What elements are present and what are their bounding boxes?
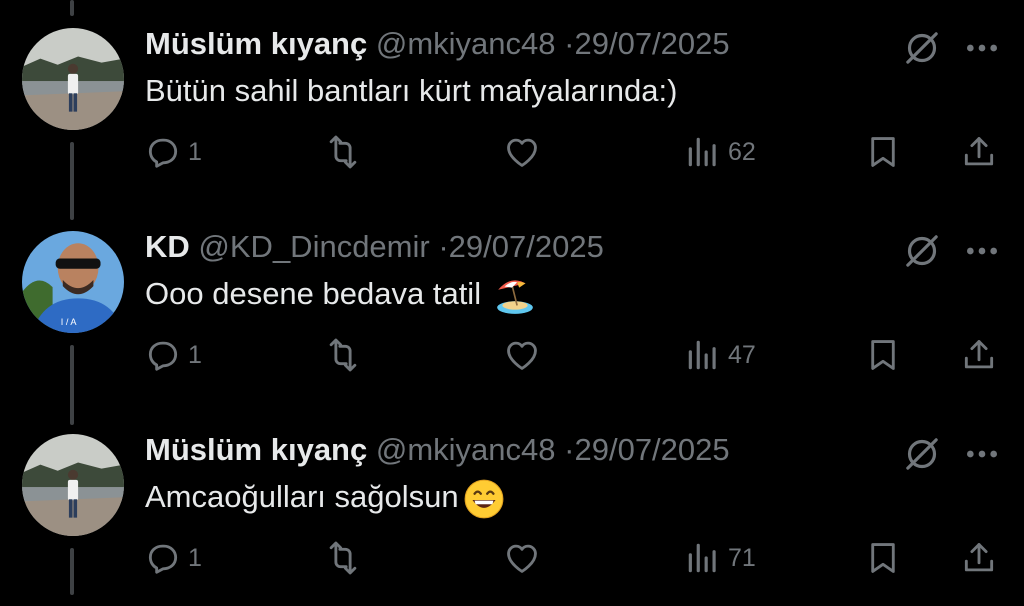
like-button[interactable] [503, 128, 541, 176]
grok-icon[interactable] [902, 28, 942, 68]
share-icon [960, 539, 998, 577]
reply-button[interactable]: 1 [144, 534, 202, 582]
tweet-header: Müslüm kıyanç @mkiyanc48 ·29/07/2025 [145, 430, 730, 470]
avatar[interactable] [22, 434, 124, 536]
display-name[interactable]: Müslüm kıyanç [145, 432, 367, 467]
views-icon [684, 539, 722, 577]
views-button[interactable]: 71 [684, 534, 756, 582]
separator: · [438, 229, 449, 264]
display-name[interactable]: KD [145, 229, 190, 264]
bookmark-button[interactable] [864, 331, 902, 379]
bookmark-icon [864, 336, 902, 374]
retweet-button[interactable] [324, 128, 362, 176]
more-icon[interactable] [962, 231, 1002, 271]
share-icon [960, 336, 998, 374]
more-icon[interactable] [962, 434, 1002, 474]
views-count: 62 [728, 137, 756, 166]
bookmark-icon [864, 539, 902, 577]
grinning-face-emoji [463, 478, 505, 520]
views-icon [684, 133, 722, 171]
reply-icon [144, 336, 182, 374]
timestamp[interactable]: 29/07/2025 [574, 432, 729, 467]
tweet-header: KD @KD_Dincdemir ·29/07/2025 [145, 227, 604, 267]
like-icon [503, 539, 541, 577]
bookmark-icon [864, 133, 902, 171]
beach-umbrella-emoji [494, 275, 536, 317]
timestamp[interactable]: 29/07/2025 [449, 229, 604, 264]
views-count: 47 [728, 340, 756, 369]
bookmark-button[interactable] [864, 534, 902, 582]
reply-count: 1 [188, 543, 202, 572]
handle[interactable]: @KD_Dincdemir [198, 229, 429, 264]
action-bar: 1 62 [0, 128, 1024, 176]
handle[interactable]: @mkiyanc48 [376, 26, 556, 61]
avatar[interactable] [22, 231, 124, 333]
views-icon [684, 336, 722, 374]
bookmark-button[interactable] [864, 128, 902, 176]
retweet-button[interactable] [324, 331, 362, 379]
separator: · [564, 26, 575, 61]
tweet-text-content: Bütün sahil bantları kürt mafyalarında:) [145, 73, 678, 108]
retweet-button[interactable] [324, 534, 362, 582]
share-icon [960, 133, 998, 171]
share-button[interactable] [960, 331, 998, 379]
retweet-icon [324, 133, 362, 171]
more-icon[interactable] [962, 28, 1002, 68]
display-name[interactable]: Müslüm kıyanç [145, 26, 367, 61]
separator: · [564, 432, 575, 467]
views-button[interactable]: 47 [684, 331, 756, 379]
reply-icon [144, 539, 182, 577]
share-button[interactable] [960, 128, 998, 176]
tweet-text-content: Ooo desene bedava tatil [145, 276, 482, 311]
tweet-text-content: Amcaoğulları sağolsun [145, 479, 459, 514]
like-icon [503, 336, 541, 374]
reply-icon [144, 133, 182, 171]
timestamp[interactable]: 29/07/2025 [574, 26, 729, 61]
action-bar: 1 47 [0, 331, 1024, 379]
retweet-icon [324, 336, 362, 374]
tweet[interactable]: KD @KD_Dincdemir ·29/07/2025 Ooo desene … [0, 203, 1024, 403]
like-button[interactable] [503, 534, 541, 582]
tweet-header: Müslüm kıyanç @mkiyanc48 ·29/07/2025 [145, 24, 730, 64]
reply-button[interactable]: 1 [144, 128, 202, 176]
tweet-text: Ooo desene bedava tatil [145, 273, 536, 317]
tweet-text: Amcaoğulları sağolsun [145, 476, 505, 520]
like-icon [503, 133, 541, 171]
avatar[interactable] [22, 28, 124, 130]
like-button[interactable] [503, 331, 541, 379]
tweet[interactable]: Müslüm kıyanç @mkiyanc48 ·29/07/2025 Büt… [0, 0, 1024, 200]
tweet-text: Bütün sahil bantları kürt mafyalarında:) [145, 70, 677, 112]
share-button[interactable] [960, 534, 998, 582]
action-bar: 1 71 [0, 534, 1024, 582]
reply-button[interactable]: 1 [144, 331, 202, 379]
tweet[interactable]: Müslüm kıyanç @mkiyanc48 ·29/07/2025 Amc… [0, 406, 1024, 606]
handle[interactable]: @mkiyanc48 [376, 432, 556, 467]
retweet-icon [324, 539, 362, 577]
views-button[interactable]: 62 [684, 128, 756, 176]
grok-icon[interactable] [902, 434, 942, 474]
views-count: 71 [728, 543, 756, 572]
grok-icon[interactable] [902, 231, 942, 271]
reply-count: 1 [188, 137, 202, 166]
reply-count: 1 [188, 340, 202, 369]
